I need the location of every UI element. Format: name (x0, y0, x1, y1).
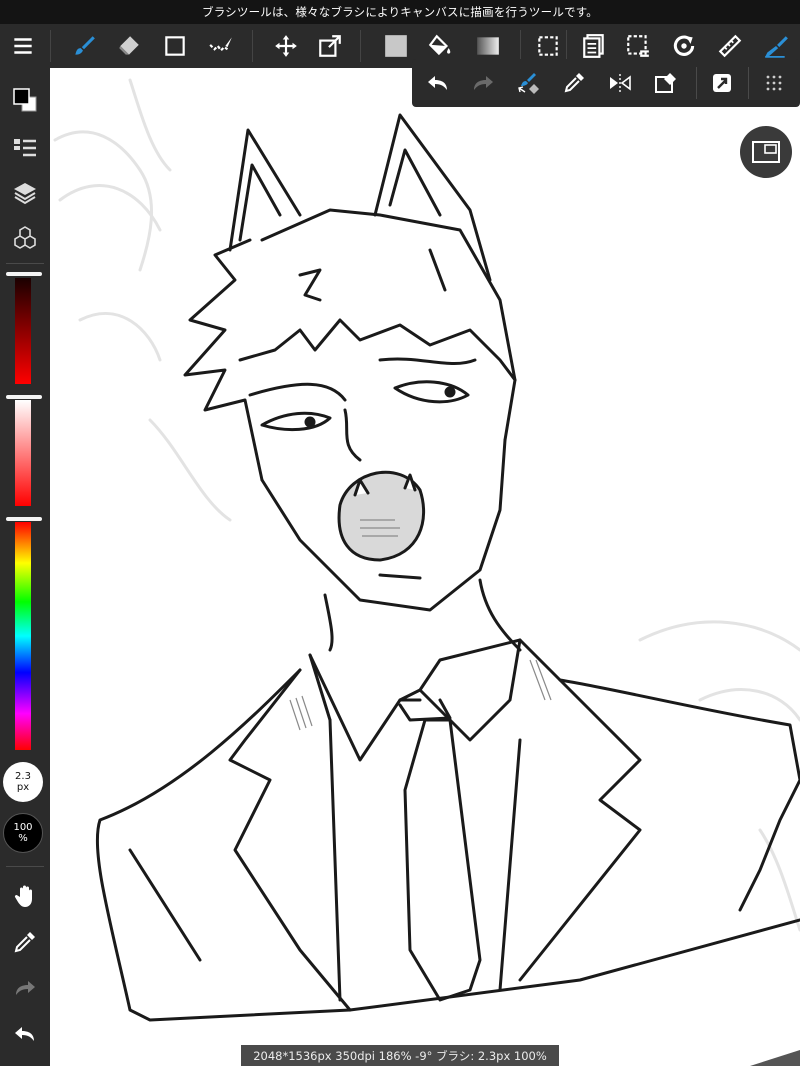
red-hue-slider[interactable] (15, 278, 31, 384)
color-swatch-icon (13, 88, 37, 112)
eraser-icon (119, 36, 139, 55)
brush-opacity-unit: % (18, 833, 28, 844)
undo-icon (428, 76, 447, 90)
sidebar-eyedropper-button[interactable] (0, 920, 50, 964)
snap-icon (713, 74, 731, 92)
hue-slider[interactable] (15, 522, 31, 750)
color-swatch-button[interactable] (0, 78, 50, 122)
snap-button[interactable] (700, 61, 744, 105)
redo-icon (474, 76, 493, 90)
eyedropper-button[interactable] (552, 61, 596, 105)
sidebar-redo-button[interactable] (0, 966, 50, 1010)
materials-icon (14, 226, 36, 249)
select-clear-icon (627, 35, 649, 57)
quick-access-toolbar (412, 59, 800, 107)
clear-icon (655, 73, 676, 93)
select-pen-icon (209, 37, 232, 52)
select-rect-icon (538, 36, 558, 56)
fill-color-icon (385, 35, 407, 57)
menu-button[interactable] (1, 24, 45, 68)
sidebar-undo-button[interactable] (0, 1012, 50, 1056)
layer-list-icon (583, 34, 604, 58)
brush-opacity-badge[interactable]: 100 % (3, 813, 43, 853)
brush-opacity-value: 100 (13, 822, 33, 833)
brush-icon (75, 36, 95, 55)
brush-size-unit: px (16, 782, 30, 793)
hand-icon (14, 885, 32, 907)
flip-icon (610, 74, 631, 92)
hand-tool-button[interactable] (0, 874, 50, 918)
brush-eraser-swap-icon (518, 73, 539, 94)
hue-handle[interactable] (6, 517, 42, 521)
tip-text: ブラシツールは、様々なブラシによりキャンバスに描画を行うツールです。 (202, 5, 598, 19)
left-sidebar: 2.3 px 100 % (0, 68, 50, 1066)
menu-icon (14, 38, 32, 54)
transform-tool-button[interactable] (308, 24, 352, 68)
move-icon (275, 35, 297, 57)
canvas-status-bar: 2048*1536px 350dpi 186% -9° ブラシ: 2.3px 1… (241, 1045, 559, 1066)
brush-tool-button[interactable] (62, 24, 106, 68)
saturation-slider[interactable] (15, 400, 31, 506)
eyedropper-icon (564, 73, 584, 93)
layers-button[interactable] (0, 171, 50, 215)
brush-list-button[interactable] (0, 126, 50, 170)
brush-list-icon (14, 139, 36, 157)
layers-icon (14, 183, 36, 205)
shape-tool-button[interactable] (153, 24, 197, 68)
saturation-handle[interactable] (6, 395, 42, 399)
clear-layer-button[interactable] (644, 61, 688, 105)
bucket-icon (428, 34, 451, 56)
navigator-button[interactable] (740, 126, 792, 178)
eyedropper-icon (14, 932, 35, 953)
canvas-status-text: 2048*1536px 350dpi 186% -9° ブラシ: 2.3px 1… (253, 1048, 547, 1063)
grid-icon (766, 75, 782, 91)
brush-size-value: 2.3 (15, 771, 31, 782)
transform-icon (319, 35, 341, 57)
brush-eraser-swap-button[interactable] (506, 61, 550, 105)
pen-icon (765, 36, 788, 58)
undo-icon (15, 1027, 34, 1041)
flip-canvas-button[interactable] (598, 61, 642, 105)
move-tool-button[interactable] (264, 24, 308, 68)
brush-size-badge[interactable]: 2.3 px (3, 762, 43, 802)
sketch-artwork (53, 78, 800, 1066)
red-hue-handle[interactable] (6, 272, 42, 276)
tip-bar: ブラシツールは、様々なブラシによりキャンバスに描画を行うツールです。 (0, 0, 800, 24)
eraser-tool-button[interactable] (107, 24, 151, 68)
rotate-icon (673, 35, 695, 56)
grid-menu-button[interactable] (752, 61, 796, 105)
redo-icon (16, 981, 35, 995)
drawing-canvas[interactable] (50, 68, 800, 1066)
gradient-icon (477, 37, 499, 55)
undo-button[interactable] (416, 61, 460, 105)
redo-button[interactable] (461, 61, 505, 105)
ruler-icon (718, 34, 742, 58)
materials-button[interactable] (0, 216, 50, 260)
rectangle-icon (165, 36, 185, 56)
select-pen-tool-button[interactable] (199, 24, 243, 68)
navigator-icon (752, 141, 780, 163)
